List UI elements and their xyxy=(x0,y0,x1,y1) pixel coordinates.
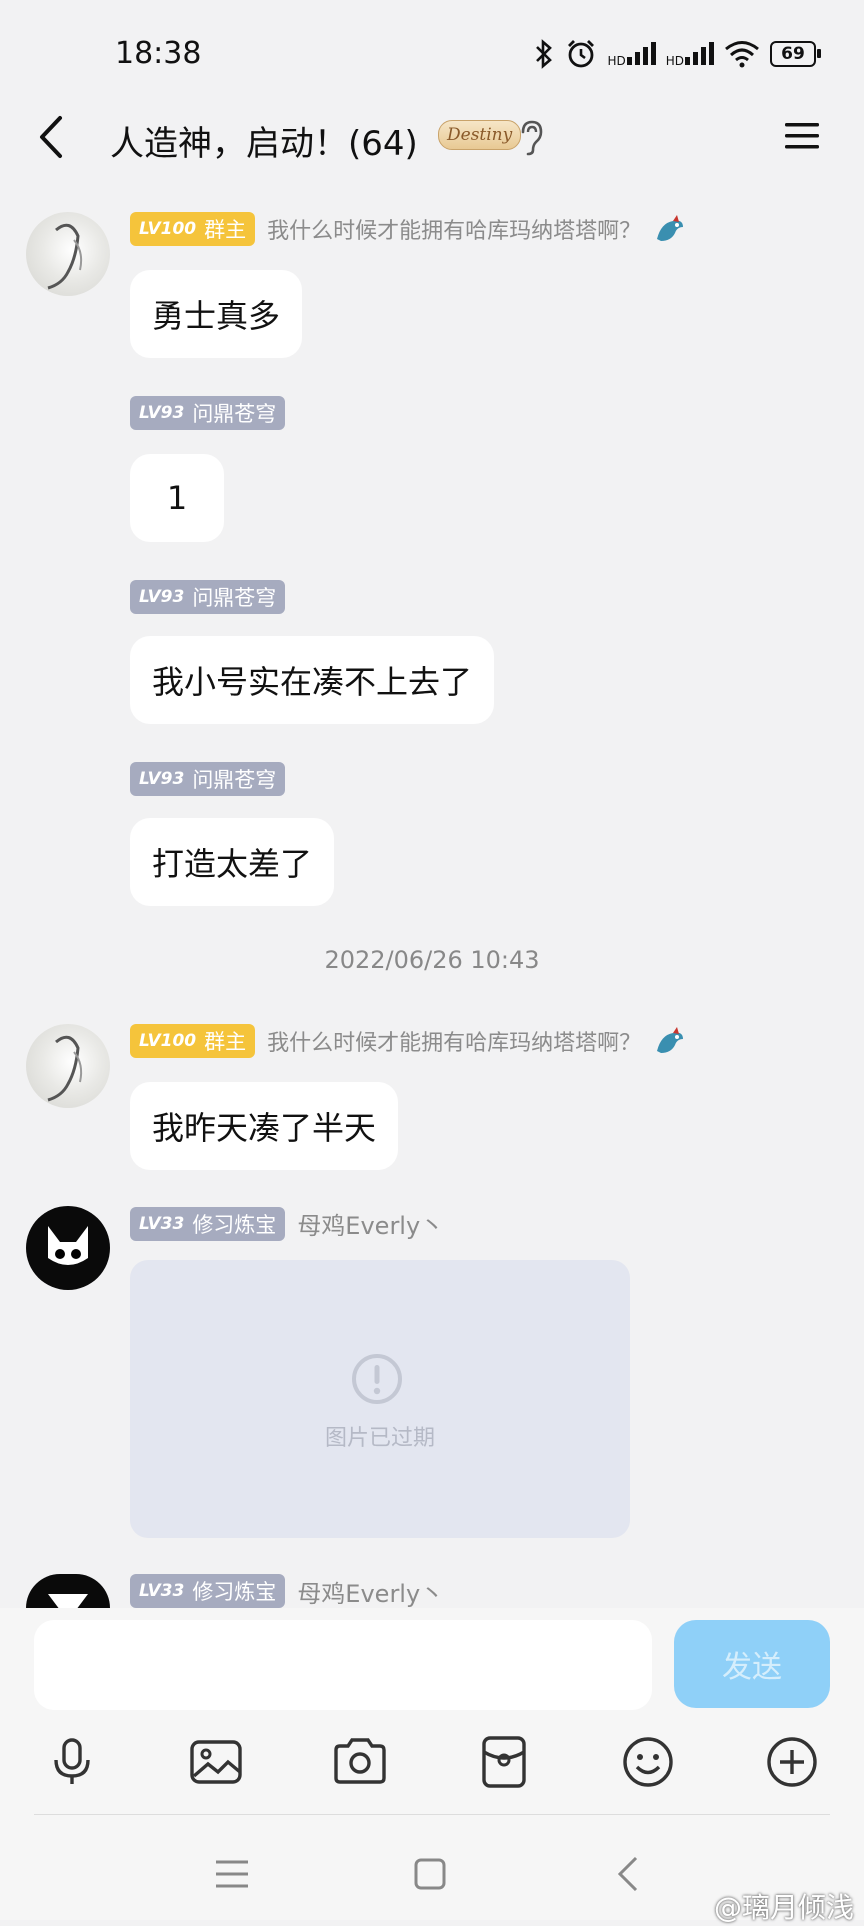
level-tag: LV100 群主 xyxy=(130,212,256,246)
level-value: LV100 xyxy=(139,219,197,239)
expired-image-card[interactable]: 图片已过期 xyxy=(130,1260,630,1538)
battery-level: 69 xyxy=(781,44,805,64)
back-icon[interactable] xyxy=(28,112,78,162)
avatar[interactable] xyxy=(26,1024,110,1108)
avatar-figure-icon xyxy=(47,223,83,290)
level-tag: LV100 群主 xyxy=(130,1024,256,1058)
level-value: LV100 xyxy=(139,1031,197,1051)
role-label: 修习炼宝 xyxy=(192,1212,277,1237)
signal-1-icon: HD xyxy=(607,41,656,68)
message-bubble[interactable]: 1 xyxy=(130,454,224,542)
avatar[interactable] xyxy=(26,1206,110,1290)
plus-icon[interactable] xyxy=(764,1734,820,1790)
divider xyxy=(34,1814,830,1815)
image-icon[interactable] xyxy=(188,1734,244,1790)
member-count: (64) xyxy=(348,124,418,164)
expired-label: 图片已过期 xyxy=(324,1426,435,1451)
level-value: LV93 xyxy=(139,769,185,789)
destiny-badge: Destiny xyxy=(438,120,522,150)
recent-apps-icon[interactable] xyxy=(210,1852,254,1896)
camera-icon[interactable] xyxy=(332,1734,388,1790)
level-tag: LV93 问鼎苍穹 xyxy=(130,396,286,430)
chat-header: 人造神，启动！(64) Destiny xyxy=(0,96,864,178)
sender-row: LV93 问鼎苍穹 xyxy=(130,396,286,430)
wifi-icon xyxy=(725,41,759,68)
level-tag: LV93 问鼎苍穹 xyxy=(130,580,286,614)
signal-1-label: HD xyxy=(607,53,626,68)
emoji-icon[interactable] xyxy=(620,1734,676,1790)
message-input[interactable] xyxy=(34,1620,652,1710)
role-label: 群主 xyxy=(204,1030,247,1054)
sender-row: LV93 问鼎苍穹 xyxy=(130,580,286,614)
sender-name: 母鸡Everly丶 xyxy=(297,1212,445,1240)
status-icons: HD HD 69 xyxy=(533,34,821,74)
sender-title: 我什么时候才能拥有哈库玛纳塔塔啊？ xyxy=(267,219,642,244)
level-value: LV93 xyxy=(139,403,185,423)
mic-icon[interactable] xyxy=(44,1734,100,1790)
level-tag: LV93 问鼎苍穹 xyxy=(130,762,286,796)
warning-icon xyxy=(352,1354,402,1404)
battery-icon: 69 xyxy=(770,41,821,67)
dragon-icon xyxy=(657,1027,684,1053)
level-value: LV93 xyxy=(139,587,185,607)
group-name: 人造神，启动！ xyxy=(110,124,348,164)
menu-icon[interactable] xyxy=(782,116,822,156)
avatar[interactable] xyxy=(26,212,110,296)
back-nav-icon[interactable] xyxy=(608,1852,652,1896)
role-label: 问鼎苍穹 xyxy=(192,768,277,792)
role-label: 问鼎苍穹 xyxy=(192,586,277,610)
role-label: 问鼎苍穹 xyxy=(192,402,277,426)
timestamp: 2022/06/26 10:43 xyxy=(324,946,540,974)
signal-2-label: HD xyxy=(665,53,684,68)
role-label: 群主 xyxy=(204,218,247,242)
level-tag: LV33 修习炼宝 xyxy=(130,1206,286,1241)
level-value: LV33 xyxy=(139,1581,185,1601)
signal-2-icon: HD xyxy=(666,41,714,68)
alarm-icon xyxy=(568,40,595,68)
sender-row: LV100 群主 我什么时候才能拥有哈库玛纳塔塔啊？ xyxy=(130,1024,687,1058)
dragon-icon xyxy=(657,215,684,241)
send-button[interactable]: 发送 xyxy=(674,1620,830,1708)
status-time: 18:38 xyxy=(115,36,202,71)
black-cat-icon xyxy=(48,1226,88,1265)
message-bubble[interactable]: 打造太差了 xyxy=(130,818,335,906)
sender-row: LV93 问鼎苍穹 xyxy=(130,762,286,796)
sender-row: LV100 群主 我什么时候才能拥有哈库玛纳塔塔啊？ xyxy=(130,212,687,246)
group-title[interactable]: 人造神，启动！(64) xyxy=(110,116,418,165)
sender-title: 我什么时候才能拥有哈库玛纳塔塔啊？ xyxy=(267,1031,642,1056)
message-bubble[interactable]: 勇士真多 xyxy=(130,270,303,358)
avatar[interactable] xyxy=(26,1574,110,1608)
input-panel: 发送 xyxy=(0,1608,864,1920)
avatar-figure-icon xyxy=(47,1035,83,1102)
sender-row: LV33 修习炼宝 母鸡Everly丶 xyxy=(130,1574,444,1608)
sender-row: LV33 修习炼宝 母鸡Everly丶 xyxy=(130,1206,444,1241)
level-value: LV33 xyxy=(139,1213,185,1234)
black-cat-icon xyxy=(48,1594,88,1608)
message-bubble[interactable]: 我昨天凑了半天 xyxy=(130,1082,399,1170)
watermark: @璃月倾浅 xyxy=(713,1891,854,1924)
message-bubble[interactable]: 我小号实在凑不上去了 xyxy=(130,636,495,724)
level-tag: LV33 修习炼宝 xyxy=(130,1574,286,1608)
bluetooth-icon xyxy=(536,39,553,69)
role-label: 修习炼宝 xyxy=(192,1580,277,1604)
sender-name: 母鸡Everly丶 xyxy=(297,1579,445,1608)
red-packet-icon[interactable] xyxy=(476,1734,532,1790)
ear-icon[interactable] xyxy=(516,118,546,156)
home-icon[interactable] xyxy=(408,1852,452,1896)
